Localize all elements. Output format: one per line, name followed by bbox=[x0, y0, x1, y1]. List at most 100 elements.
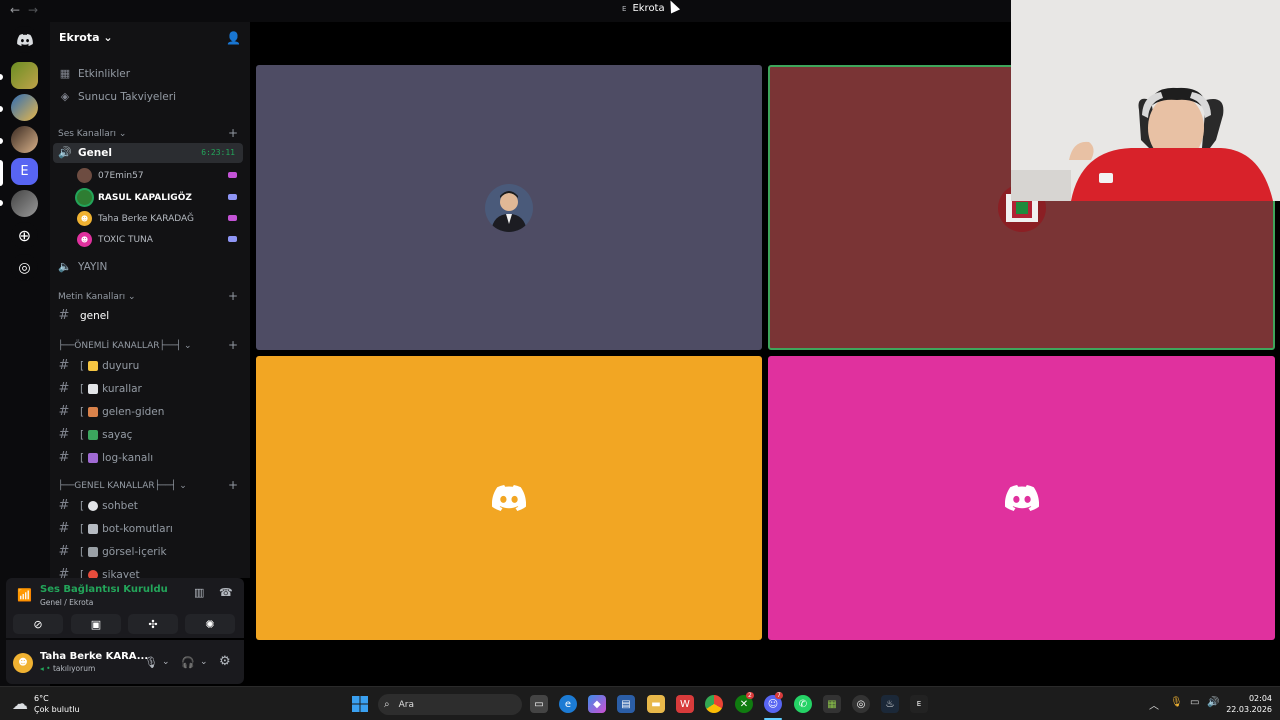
text-channel[interactable]: # [ şikayet bbox=[58, 567, 140, 578]
screen-share-icon: ▣ bbox=[90, 617, 102, 631]
server-icon-ekrota[interactable]: E bbox=[11, 158, 38, 185]
avatar[interactable]: ☻ bbox=[13, 653, 33, 673]
text-channel[interactable]: # [ gelen-giden bbox=[58, 404, 165, 419]
file-explorer-icon[interactable]: ▬ bbox=[647, 695, 665, 713]
text-channel[interactable]: # [ kurallar bbox=[58, 381, 142, 396]
text-channel-genel[interactable]: # genel bbox=[58, 308, 110, 323]
activities-button[interactable]: ✣ bbox=[128, 614, 178, 634]
category-label: Metin Kanalları bbox=[58, 292, 126, 302]
add-channel-icon[interactable]: + bbox=[228, 126, 238, 140]
clock-date[interactable]: 22.03.2026 bbox=[1226, 705, 1272, 714]
chrome-icon[interactable] bbox=[705, 695, 723, 713]
participant-tile[interactable] bbox=[768, 356, 1275, 640]
voice-channel-name: Genel bbox=[78, 146, 112, 159]
copilot-icon[interactable]: ◆ bbox=[588, 695, 606, 713]
text-channel[interactable]: # [ sohbet bbox=[58, 498, 138, 513]
add-channel-icon[interactable]: + bbox=[228, 338, 238, 352]
weather-condition[interactable]: Çok bulutlu bbox=[34, 705, 80, 714]
disconnect-icon[interactable]: ☎ bbox=[219, 586, 233, 599]
voice-member[interactable]: ☻ Taha Berke KARADAĞ bbox=[77, 211, 194, 226]
steam-helper-icon[interactable]: ◎ bbox=[852, 695, 870, 713]
forward-arrow-icon[interactable]: → bbox=[28, 3, 38, 17]
voice-channel-row: 🔊 Genel bbox=[58, 146, 112, 159]
add-channel-icon[interactable]: + bbox=[228, 478, 238, 492]
xbox-notification-badge: 2 bbox=[746, 692, 754, 699]
gamepad-icon bbox=[228, 194, 237, 200]
epic-games-icon[interactable]: E bbox=[910, 695, 928, 713]
category-general[interactable]: ├──GENEL KANALLAR├──┤ ⌄ bbox=[58, 481, 187, 491]
username[interactable]: Taha Berke KARA... bbox=[40, 651, 148, 662]
nvidia-icon[interactable]: ▦ bbox=[823, 695, 841, 713]
steam-icon[interactable]: ♨ bbox=[881, 695, 899, 713]
soundboard-button[interactable]: ✺ bbox=[185, 614, 235, 634]
gear-icon[interactable]: ⚙ bbox=[219, 654, 231, 669]
server-name-header[interactable]: Ekrota ⌄ bbox=[59, 31, 113, 44]
whatsapp-icon[interactable]: ✆ bbox=[794, 695, 812, 713]
text-channel[interactable]: # [ sayaç bbox=[58, 427, 133, 442]
back-arrow-icon[interactable]: ← bbox=[10, 3, 20, 17]
taskbar-search[interactable]: ⌕ Ara bbox=[378, 694, 522, 715]
voice-status-subtitle[interactable]: Genel / Ekrota bbox=[40, 598, 93, 607]
wps-office-icon[interactable]: W bbox=[676, 695, 694, 713]
sidebar-item-boosts[interactable]: ◈ Sunucu Takviyeleri bbox=[58, 90, 176, 103]
volume-icon[interactable]: 🔊 bbox=[1207, 697, 1219, 708]
channel-prefix: [ bbox=[80, 522, 85, 535]
participant-tile[interactable] bbox=[256, 65, 762, 350]
network-icon[interactable]: ▭ bbox=[1190, 697, 1199, 708]
discord-home-icon[interactable] bbox=[11, 26, 38, 53]
camera-off-button[interactable]: ⊘ bbox=[13, 614, 63, 634]
add-channel-icon[interactable]: + bbox=[228, 289, 238, 303]
active-server-pill bbox=[0, 160, 3, 186]
voice-channel-yayin[interactable]: 🔈 YAYIN bbox=[58, 260, 107, 273]
activities-icon: ✣ bbox=[148, 617, 158, 631]
checkmark-icon bbox=[88, 429, 99, 440]
server-icon-4[interactable] bbox=[11, 190, 38, 217]
screen-share-button[interactable]: ▣ bbox=[71, 614, 121, 634]
task-view-icon[interactable]: ▭ bbox=[530, 695, 548, 713]
participant-tile[interactable] bbox=[256, 356, 762, 640]
text-channel[interactable]: # [ duyuru bbox=[58, 358, 140, 373]
edge-browser-icon[interactable]: e bbox=[559, 695, 577, 713]
chevron-down-icon[interactable]: ⌄ bbox=[162, 657, 170, 667]
hash-icon: # bbox=[58, 308, 70, 323]
category-important[interactable]: ├──ÖNEMLİ KANALLAR├──┤ ⌄ bbox=[58, 341, 192, 351]
add-server-icon[interactable]: ⊕ bbox=[11, 222, 38, 249]
microphone-in-use-icon[interactable]: 🎙 bbox=[1170, 697, 1183, 708]
discover-icon[interactable]: ◎ bbox=[11, 254, 38, 281]
voice-member[interactable]: ☻ TOXIC TUNA bbox=[77, 232, 153, 247]
microphone-icon[interactable]: 🎙 bbox=[144, 656, 158, 669]
windows-taskbar: ☁ 6°C Çok bulutlu ⌕ Ara ▭ e ◆ ▤ ▬ W ✕ 2 … bbox=[0, 686, 1280, 720]
chevron-down-icon[interactable]: ⌄ bbox=[200, 657, 208, 667]
text-channel[interactable]: # [ görsel-içerik bbox=[58, 544, 167, 559]
text-channel[interactable]: # [ bot-komutları bbox=[58, 521, 173, 536]
hash-icon: # bbox=[58, 544, 70, 559]
category-voice[interactable]: Ses Kanalları ⌄ bbox=[58, 129, 126, 139]
image-icon bbox=[88, 546, 99, 557]
voice-status-title[interactable]: Ses Bağlantısı Kuruldu bbox=[40, 584, 168, 595]
ghost-icon bbox=[88, 523, 99, 534]
clock-time[interactable]: 02:04 bbox=[1240, 694, 1272, 703]
voice-member[interactable]: RASUL KAPALIGÖZ bbox=[77, 190, 192, 205]
server-icon-2[interactable] bbox=[11, 94, 38, 121]
avatar bbox=[77, 190, 92, 205]
user-status: ◂ • takılıyorum bbox=[40, 664, 95, 673]
discord-notification-badge: 7 bbox=[775, 692, 783, 699]
voice-member[interactable]: 07Emin57 bbox=[77, 168, 144, 183]
server-icon-3[interactable] bbox=[11, 126, 38, 153]
hash-icon: # bbox=[58, 450, 70, 465]
category-text[interactable]: Metin Kanalları ⌄ bbox=[58, 292, 136, 302]
store-icon[interactable]: ▤ bbox=[617, 695, 635, 713]
weather-temperature[interactable]: 6°C bbox=[34, 694, 49, 703]
text-channel[interactable]: # [ log-kanalı bbox=[58, 450, 154, 465]
windows-start-icon[interactable] bbox=[352, 696, 368, 712]
invite-user-icon[interactable]: 👤 bbox=[226, 31, 241, 45]
noise-suppression-icon[interactable]: ▥ bbox=[194, 586, 204, 599]
voice-channel-genel[interactable]: 🔊 Genel 6:23:11 bbox=[53, 143, 243, 163]
server-icon-1[interactable] bbox=[11, 62, 38, 89]
chevron-up-icon[interactable]: ︿ bbox=[1149, 697, 1159, 712]
weather-cloud-icon[interactable]: ☁ bbox=[12, 694, 28, 713]
headphones-icon[interactable]: 🎧 bbox=[181, 656, 195, 669]
unread-pill bbox=[0, 138, 3, 144]
sidebar-item-events[interactable]: ▦ Etkinlikler bbox=[58, 67, 130, 80]
unread-pill bbox=[0, 74, 3, 80]
